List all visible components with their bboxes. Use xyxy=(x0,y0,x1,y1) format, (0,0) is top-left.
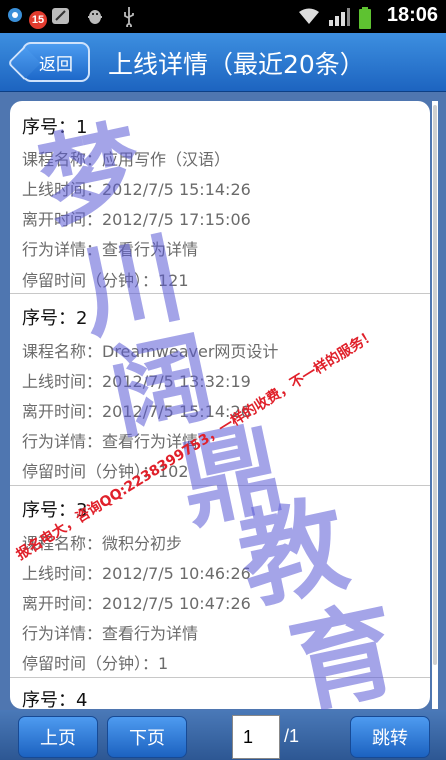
course-name: 课程名称：应用写作（汉语） xyxy=(22,150,231,169)
offline-time: 离开时间：2012/7/5 17:15:06 xyxy=(22,210,251,229)
course-name: 课程名称：Dreamweaver网页设计 xyxy=(22,342,279,361)
title-bar: 返回 上线详情（最近20条） xyxy=(0,33,446,92)
prev-page-button[interactable]: 上页 xyxy=(18,716,98,758)
record-list[interactable]: 序号：1 课程名称：应用写作（汉语） 上线时间：2012/7/5 15:14:2… xyxy=(10,101,430,709)
app-icon xyxy=(6,5,26,25)
divider xyxy=(10,677,430,678)
signal-icon xyxy=(327,6,350,26)
android-debug-icon xyxy=(84,5,104,25)
record-number: 序号：2 xyxy=(22,308,88,329)
action-detail: 行为详情：查看行为详情 xyxy=(22,624,199,643)
online-time: 上线时间：2012/7/5 10:46:26 xyxy=(22,564,251,583)
back-button-label: 返回 xyxy=(39,54,73,75)
page-title: 上线详情（最近20条） xyxy=(108,50,365,79)
online-time: 上线时间：2012/7/5 15:14:26 xyxy=(22,180,251,199)
offline-time: 离开时间：2012/7/5 15:14:26 xyxy=(22,402,251,421)
action-detail: 行为详情：查看行为详情 xyxy=(22,240,199,259)
stay-minutes: 停留时间（分钟）：121 xyxy=(22,271,189,290)
online-time: 上线时间：2012/7/5 13:32:19 xyxy=(22,372,251,391)
battery-icon xyxy=(357,6,377,29)
back-button[interactable]: 返回 xyxy=(22,42,90,82)
offline-time: 离开时间：2012/7/5 10:47:26 xyxy=(22,594,251,613)
stay-minutes: 停留时间（分钟）：1 xyxy=(22,654,169,673)
notification-badge: 15 xyxy=(29,11,47,29)
record-number: 序号：1 xyxy=(22,117,88,138)
scrollbar[interactable] xyxy=(432,101,438,709)
leaf-icon xyxy=(50,5,70,25)
pagination-bar: 上页 下页 1 /1 跳转 xyxy=(0,710,446,760)
next-page-button[interactable]: 下页 xyxy=(107,716,187,758)
jump-button[interactable]: 跳转 xyxy=(350,716,430,758)
usb-icon xyxy=(118,5,138,29)
stay-minutes: 停留时间（分钟）：102 xyxy=(22,462,189,481)
scrollbar-thumb[interactable] xyxy=(433,105,437,665)
status-clock: 18:06 xyxy=(386,4,438,26)
wifi-icon xyxy=(297,6,319,26)
status-bar: 15 18:06 xyxy=(0,0,446,33)
record-number: 序号：3 xyxy=(22,500,88,521)
action-detail: 行为详情：查看行为详情 xyxy=(22,432,199,451)
course-name: 课程名称：微积分初步 xyxy=(22,534,183,553)
page-total: /1 xyxy=(284,726,300,746)
divider xyxy=(10,485,430,486)
page-number-input[interactable]: 1 xyxy=(232,715,280,759)
record-number: 序号：4 xyxy=(22,690,88,709)
divider xyxy=(10,293,430,294)
